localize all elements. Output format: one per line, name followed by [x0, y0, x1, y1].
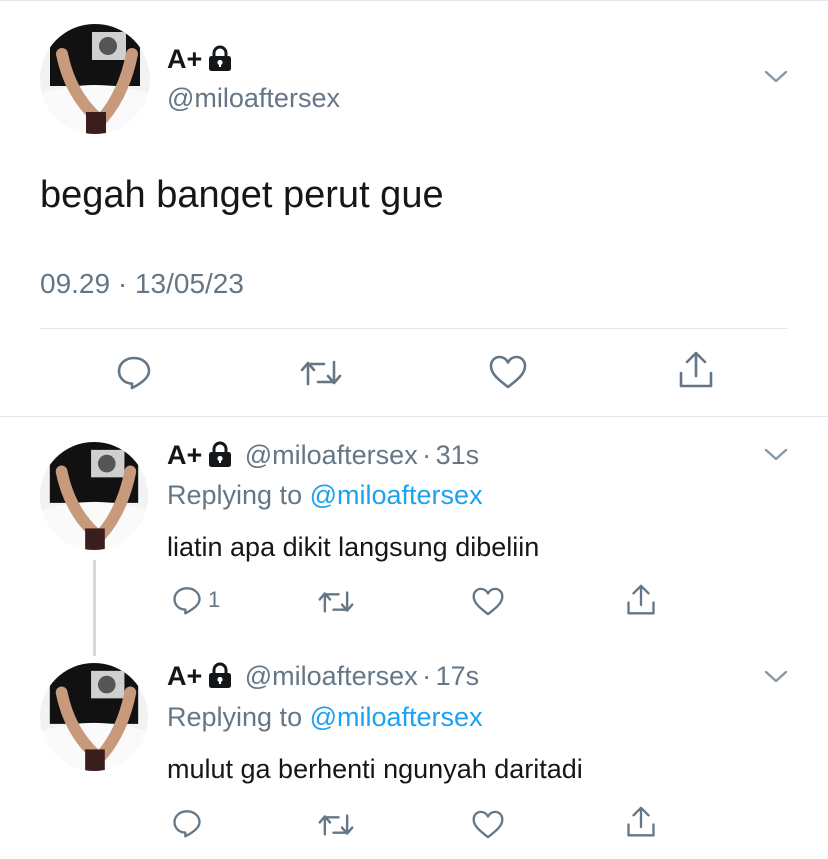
- share-icon[interactable]: [626, 584, 656, 616]
- reply-text: liatin apa dikit langsung dibeliin: [167, 532, 540, 562]
- reply-icon[interactable]: [172, 808, 202, 838]
- section-divider: [0, 416, 828, 417]
- reply-header: A+ @miloaftersex · 17s: [167, 661, 479, 693]
- replying-to: Replying to @miloaftersex: [167, 702, 483, 733]
- like-icon[interactable]: [472, 587, 504, 616]
- user-handle[interactable]: @miloaftersex: [245, 440, 418, 470]
- reply-icon[interactable]: [116, 354, 152, 390]
- tweet-timestamp[interactable]: 09.29 · 13/05/23: [40, 268, 244, 300]
- chevron-down-icon[interactable]: [764, 70, 788, 84]
- replying-to-link[interactable]: @miloaftersex: [310, 702, 483, 732]
- top-divider: [0, 0, 828, 1]
- replying-to: Replying to @miloaftersex: [167, 480, 483, 511]
- reply-count: 1: [208, 587, 221, 612]
- replying-to-label: Replying to: [167, 702, 303, 732]
- lock-icon: [208, 441, 232, 472]
- lock-icon: [208, 45, 232, 78]
- avatar[interactable]: [40, 24, 150, 134]
- avatar[interactable]: [40, 663, 148, 771]
- display-name[interactable]: A+: [167, 44, 232, 78]
- divider: [40, 328, 788, 329]
- reply-button[interactable]: 1: [172, 585, 220, 615]
- replying-to-label: Replying to: [167, 480, 303, 510]
- reply-icon: [172, 585, 202, 615]
- reply-text: mulut ga berhenti ngunyah daritadi: [167, 754, 583, 784]
- chevron-down-icon[interactable]: [764, 670, 788, 684]
- share-icon[interactable]: [678, 351, 714, 389]
- display-name[interactable]: A+: [167, 440, 202, 470]
- dot-separator: ·: [422, 440, 432, 470]
- display-name-text: A+: [167, 44, 203, 74]
- replying-to-link[interactable]: @miloaftersex: [310, 480, 483, 510]
- user-handle[interactable]: @miloaftersex: [167, 83, 340, 114]
- thread-connector-line: [93, 560, 96, 656]
- reply-time[interactable]: 31s: [436, 440, 480, 470]
- avatar[interactable]: [40, 442, 148, 550]
- lock-icon: [208, 662, 232, 693]
- chevron-down-icon[interactable]: [764, 448, 788, 462]
- retweet-icon[interactable]: [318, 812, 354, 838]
- share-icon[interactable]: [626, 806, 656, 838]
- reply-time[interactable]: 17s: [436, 661, 480, 691]
- user-handle[interactable]: @miloaftersex: [245, 661, 418, 691]
- dot-separator: ·: [422, 661, 432, 691]
- reply-header: A+ @miloaftersex · 31s: [167, 440, 479, 472]
- retweet-icon[interactable]: [318, 589, 354, 615]
- retweet-icon[interactable]: [300, 358, 342, 388]
- like-icon[interactable]: [472, 810, 504, 839]
- display-name[interactable]: A+: [167, 661, 202, 691]
- tweet-text: begah banget perut gue: [40, 174, 444, 216]
- like-icon[interactable]: [489, 355, 527, 389]
